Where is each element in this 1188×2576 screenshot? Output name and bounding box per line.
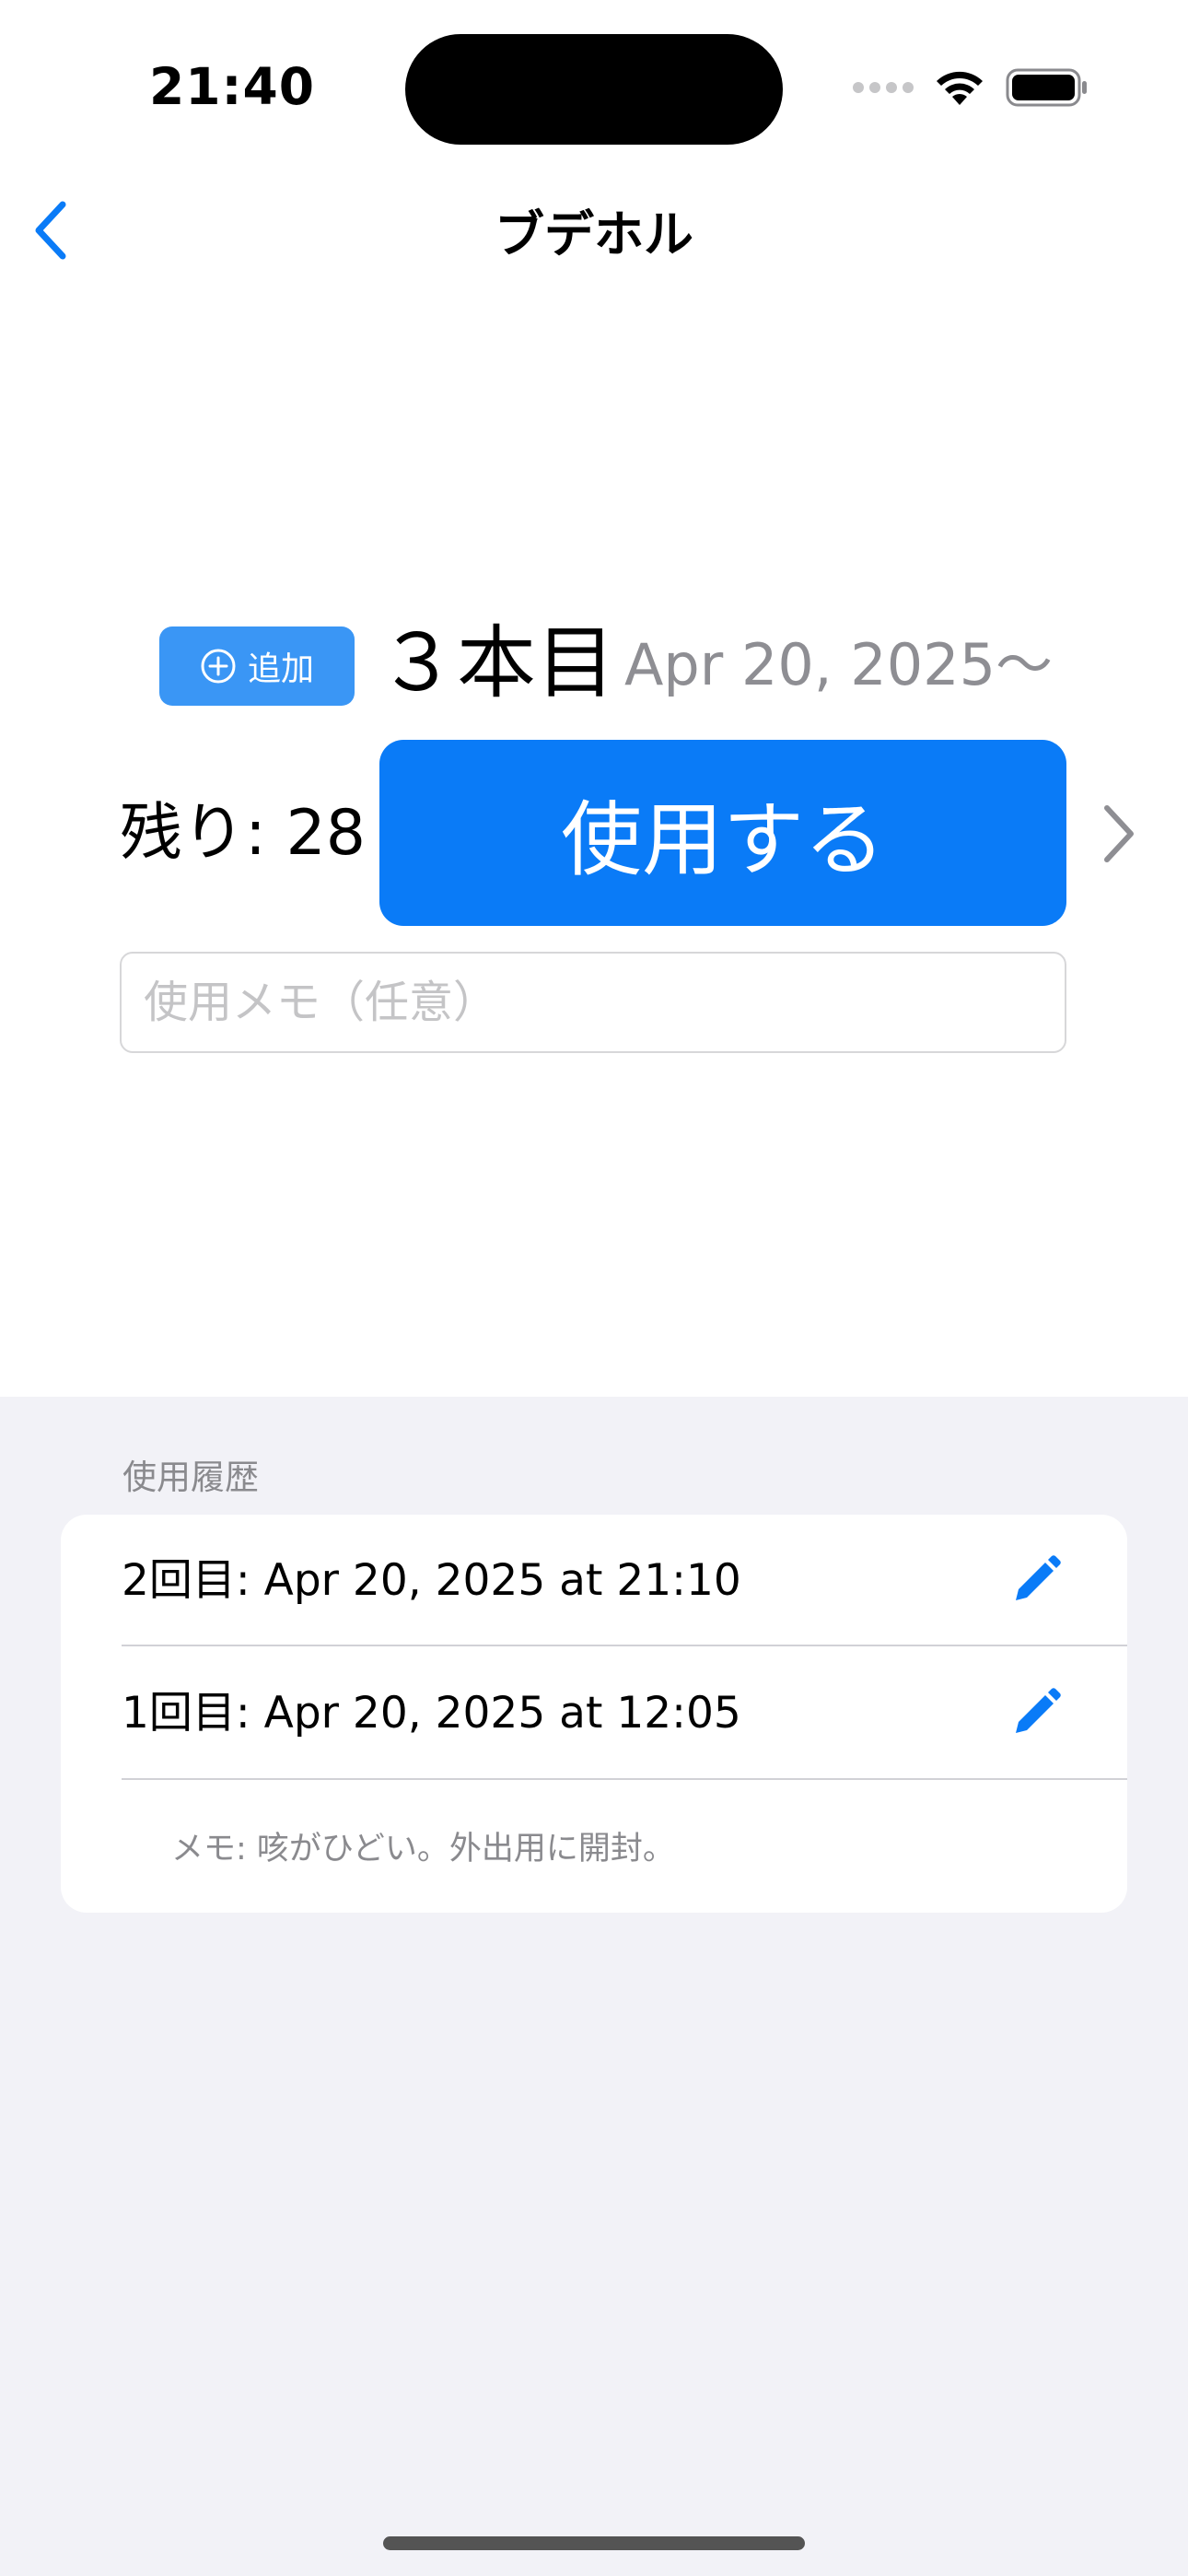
history-memo-text: メモ: 咳がひどい。外出用に開封。 [171, 1831, 675, 1868]
home-indicator[interactable] [383, 2536, 805, 2550]
pencil-icon [1016, 1688, 1061, 1733]
chevron-right-icon [1104, 805, 1134, 862]
battery-icon [1006, 68, 1087, 107]
use-button[interactable]: 使用する [379, 740, 1066, 926]
bottle-start-date: Apr 20, 2025〜 [624, 631, 1054, 698]
next-bottle-button[interactable] [1096, 797, 1142, 871]
history-row-text: 2回目: Apr 20, 2025 at 21:10 [122, 1555, 741, 1606]
add-button-label: 追加 [247, 650, 314, 688]
screen: 21:40 ブデホル 追加 ３本目 Apr 20, 2025〜 残り: 28 使… [0, 0, 1188, 2576]
cellular-signal-icon [853, 82, 914, 93]
history-section-header: 使用履歴 [122, 1458, 259, 1497]
history-row[interactable]: 2回目: Apr 20, 2025 at 21:10 [61, 1515, 1127, 1645]
dynamic-island [405, 34, 783, 145]
bottle-count-label: ３本目 [378, 617, 615, 709]
edit-button[interactable] [1004, 1548, 1068, 1612]
status-time: 21:40 [149, 57, 316, 116]
row-separator [122, 1778, 1127, 1780]
pencil-icon [1016, 1555, 1061, 1600]
edit-button[interactable] [1004, 1680, 1068, 1745]
usage-memo-input[interactable] [120, 952, 1066, 1053]
add-bottle-button[interactable]: 追加 [159, 626, 355, 706]
history-row[interactable]: 1回目: Apr 20, 2025 at 12:05 [61, 1647, 1127, 1778]
wifi-icon [937, 71, 983, 105]
page-title: ブデホル [495, 205, 693, 263]
history-list: 2回目: Apr 20, 2025 at 21:10 1回目: Apr 20, … [61, 1515, 1127, 1913]
plus-circle-icon [201, 649, 236, 684]
status-icons [853, 64, 1089, 111]
remaining-count: 残り: 28 [120, 797, 367, 870]
history-row-text: 1回目: Apr 20, 2025 at 12:05 [122, 1688, 741, 1739]
row-separator [122, 1645, 1127, 1646]
